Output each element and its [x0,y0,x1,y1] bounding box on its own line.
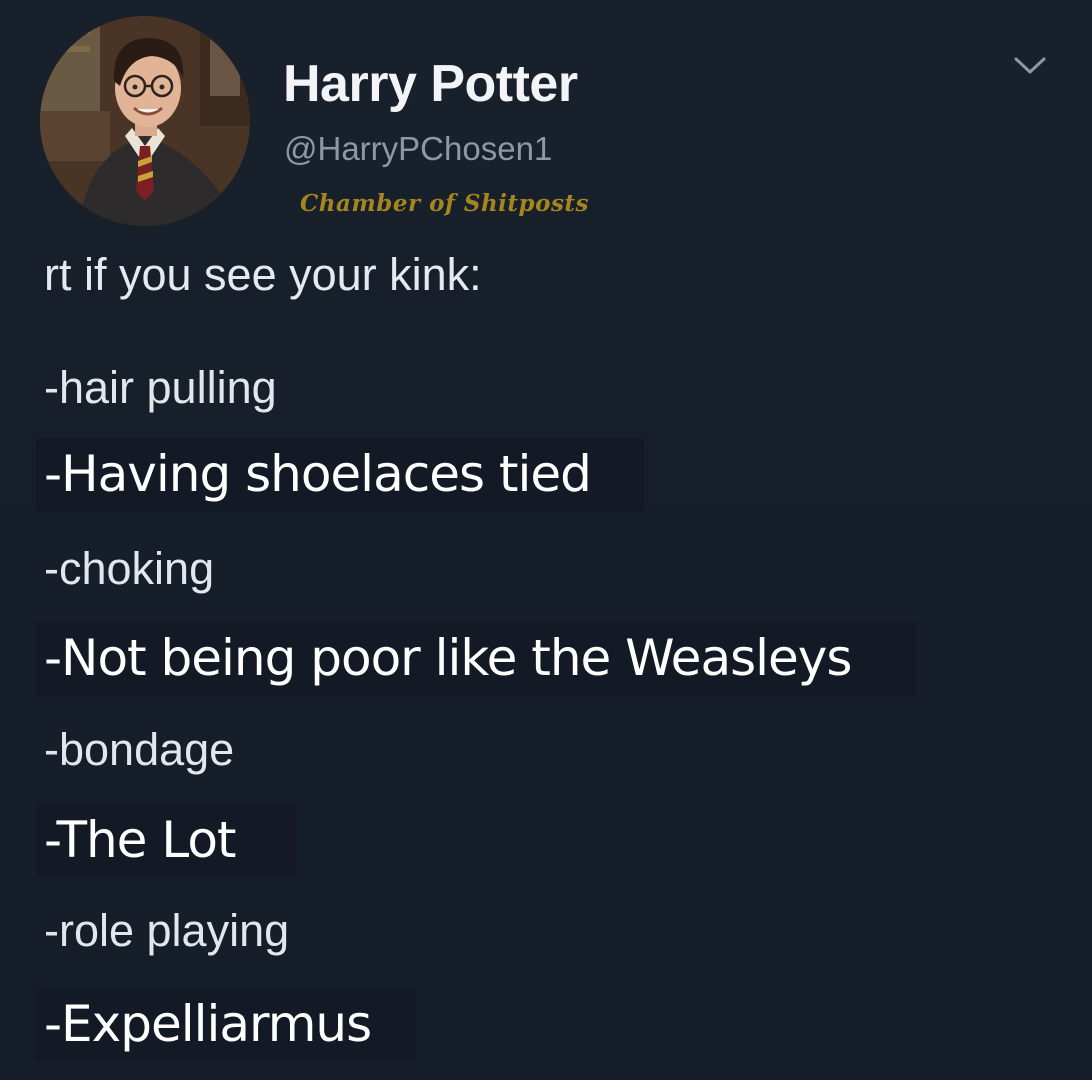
display-name[interactable]: Harry Potter [283,54,578,114]
list-item: -role playing [44,905,290,956]
list-item: -bondage [44,724,235,775]
list-item: -The Lot [44,811,237,869]
list-item: -choking [44,543,215,594]
tweet-card[interactable]: Harry Potter @HarryPChosen1 Chamber of S… [0,0,1092,1080]
watermark: Chamber of Shitposts [300,190,589,217]
profile-photo [40,16,250,226]
list-item: -hair pulling [44,362,277,413]
user-handle[interactable]: @HarryPChosen1 [284,129,552,169]
chevron-down-icon[interactable] [1010,50,1050,80]
list-item: -Not being poor like the Weasleys [44,629,852,687]
list-item: -Expelliarmus [44,995,372,1053]
tweet-intro-text: rt if you see your kink: [44,249,482,300]
list-item: -Having shoelaces tied [44,445,592,503]
avatar[interactable] [40,16,250,226]
